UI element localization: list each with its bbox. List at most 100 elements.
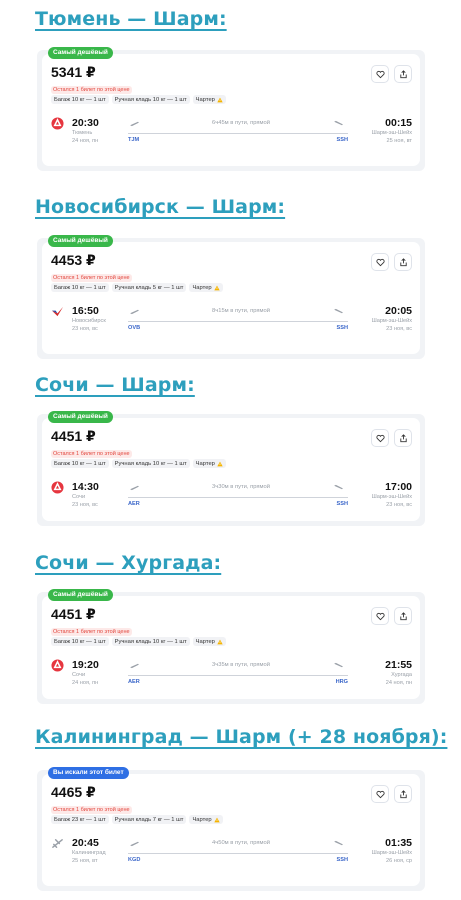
charter-tag: Чартер (192, 637, 226, 646)
share-icon (399, 789, 407, 798)
cheapest-badge: Самый дешёвый (48, 47, 113, 59)
tags-row: Багаж 10 кг — 1 шт Ручная кладь 10 кг — … (51, 95, 226, 104)
flight-card[interactable]: Самый дешёвый 4453 ₽ Остался 1 билет по … (37, 235, 425, 359)
route-title[interactable]: Сочи — Хургада: (35, 552, 221, 574)
arrival-code: SSH (336, 137, 348, 143)
departure-code: AER (128, 679, 140, 685)
tags-row: Багаж 10 кг — 1 шт Ручная кладь 5 кг — 1… (51, 283, 223, 292)
landing-icon (334, 840, 343, 846)
share-icon (399, 69, 407, 78)
charter-tag: Чартер (192, 459, 226, 468)
arrival-city: Шарм-эш-Шейх (371, 130, 412, 136)
charter-label: Чартер (192, 816, 212, 823)
heart-icon (375, 790, 385, 798)
charter-tag: Чартер (189, 815, 223, 824)
route-title[interactable]: Сочи — Шарм: (35, 374, 195, 396)
departure-date: 25 ноя, вт (72, 858, 98, 864)
departure-time: 20:30 (72, 117, 99, 129)
warning-icon (217, 639, 223, 644)
price: 5341 ₽ (51, 64, 96, 80)
flight-card[interactable]: Самый дешёвый 4451 ₽ Остался 1 билет по … (37, 411, 425, 526)
departure-city: Сочи (72, 494, 86, 500)
departure-date: 23 ноя, вс (72, 502, 98, 508)
warning-icon (213, 285, 220, 290)
arrival-time: 01:35 (385, 837, 412, 849)
departure-code: KGD (128, 857, 141, 863)
flight-card[interactable]: Самый дешёвый 5341 ₽ Остался 1 билет по … (37, 47, 425, 171)
route-line (128, 497, 348, 498)
warning-icon (217, 97, 223, 102)
carry-on-tag: Ручная кладь 7 кг — 1 шт (111, 815, 187, 824)
charter-label: Чартер (195, 460, 215, 467)
takeoff-icon (130, 121, 139, 127)
searched-ticket-badge: Вы искали этот билет (48, 767, 129, 779)
share-button[interactable] (394, 785, 412, 803)
departure-city: Тюмень (72, 130, 93, 136)
tags-row: Багаж 10 кг — 1 шт Ручная кладь 10 кг — … (51, 459, 226, 468)
arrival-time: 21:55 (385, 659, 412, 671)
route-line (128, 675, 348, 676)
departure-code: TJM (128, 137, 140, 143)
route-title[interactable]: Тюмень — Шарм: (35, 8, 227, 30)
departure-time: 20:45 (72, 837, 99, 849)
landing-icon (334, 120, 343, 126)
last-ticket-warning: Остался 1 билет по этой цене (51, 86, 132, 94)
route-line (128, 321, 348, 322)
arrival-code: SSH (336, 501, 348, 507)
share-button[interactable] (394, 607, 412, 625)
takeoff-icon (130, 841, 139, 847)
departure-code: AER (128, 501, 140, 507)
arrival-date: 26 ноя, ср (385, 858, 412, 864)
last-ticket-warning: Остался 1 билет по этой цене (51, 628, 132, 636)
favorite-button[interactable] (371, 429, 389, 447)
route-title[interactable]: Калининград — Шарм (+ 28 ноября): (35, 726, 447, 748)
landing-icon (334, 484, 343, 490)
share-icon (399, 257, 407, 266)
departure-date: 23 ноя, вс (72, 326, 98, 332)
favorite-button[interactable] (371, 253, 389, 271)
departure-time: 19:20 (72, 659, 99, 671)
departure-time: 14:30 (72, 481, 99, 493)
takeoff-icon (130, 663, 139, 669)
flight-duration: 3ч35м в пути, прямой (211, 662, 270, 668)
charter-label: Чартер (195, 638, 215, 645)
arrival-city: Шарм-эш-Шейх (371, 850, 412, 856)
share-button[interactable] (394, 253, 412, 271)
departure-time: 16:50 (72, 305, 99, 317)
price: 4451 ₽ (51, 428, 96, 444)
flight-duration: 3ч30м в пути, прямой (211, 484, 270, 490)
flight-card[interactable]: Вы искали этот билет 4465 ₽ Остался 1 би… (37, 767, 425, 891)
arrival-city: Шарм-эш-Шейх (371, 318, 412, 324)
baggage-tag: Багаж 10 кг — 1 шт (51, 95, 109, 104)
carry-on-tag: Ручная кладь 5 кг — 1 шт (111, 283, 187, 292)
heart-icon (375, 612, 385, 620)
share-button[interactable] (394, 429, 412, 447)
share-icon (399, 433, 407, 442)
arrival-time: 17:00 (385, 481, 412, 493)
favorite-button[interactable] (371, 65, 389, 83)
favorite-button[interactable] (371, 607, 389, 625)
heart-icon (375, 258, 385, 266)
warning-icon (217, 461, 223, 466)
airline-logo-icon (51, 306, 64, 317)
charter-tag: Чартер (192, 95, 226, 104)
landing-icon (334, 308, 343, 314)
arrival-city: Хургада (391, 672, 412, 678)
landing-icon (334, 662, 343, 668)
tags-row: Багаж 10 кг — 1 шт Ручная кладь 10 кг — … (51, 637, 226, 646)
departure-date: 24 ноя, пн (72, 138, 99, 144)
flight-card[interactable]: Самый дешёвый 4451 ₽ Остался 1 билет по … (37, 589, 425, 704)
share-button[interactable] (394, 65, 412, 83)
favorite-button[interactable] (371, 785, 389, 803)
arrival-time: 20:05 (385, 305, 412, 317)
arrival-city: Шарм-эш-Шейх (371, 494, 412, 500)
baggage-tag: Багаж 10 кг — 1 шт (51, 459, 109, 468)
arrival-time: 00:15 (385, 117, 412, 129)
route-title[interactable]: Новосибирск — Шарм: (35, 196, 285, 218)
arrival-code: HRG (335, 679, 348, 685)
tags-row: Багаж 23 кг — 1 шт Ручная кладь 7 кг — 1… (51, 815, 223, 824)
takeoff-icon (130, 309, 139, 315)
charter-label: Чартер (195, 96, 215, 103)
departure-city: Новосибирск (72, 318, 106, 324)
arrival-date: 25 ноя, вт (386, 138, 412, 144)
